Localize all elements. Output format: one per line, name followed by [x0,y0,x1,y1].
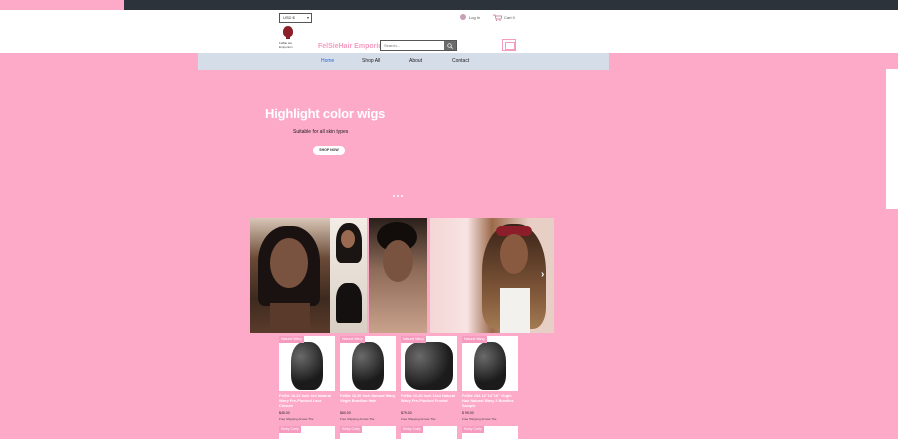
currency-value: USD $ [283,15,295,20]
product-name[interactable]: Fel$ie 18-22 inch 4x4 Natural Wavy Pre-P… [279,394,335,409]
product-image[interactable] [401,336,457,391]
product-shipping: Free Shipping Across The [279,417,314,421]
brand-name[interactable]: FelSieHair Emporium [318,43,389,50]
product-tag: Natural Wavy [340,336,365,343]
product-tag: Natural Wavy [401,336,426,343]
main-nav: Home Shop All About Contact [198,53,609,70]
login-link[interactable]: Log In [460,13,480,21]
social-badge-icon[interactable] [502,39,516,51]
product-image[interactable] [340,336,396,391]
search-bar [380,40,457,51]
product-image[interactable] [462,336,518,391]
login-label: Log In [469,14,481,20]
product-card[interactable]: Kinky Curly [462,426,518,439]
nav-item-shop-all[interactable]: Shop All [362,58,380,64]
slideshow-dots[interactable] [393,195,403,197]
currency-selector[interactable]: USD $ ▾ [279,13,312,23]
product-shipping: Free Shipping Across The [462,417,497,421]
gallery-image[interactable] [430,218,554,333]
product-tag: Natural Wavy [462,336,487,343]
cart-link[interactable]: Cart 0 [493,13,515,21]
product-card[interactable]: Kinky Curly [401,426,457,439]
cart-icon [493,14,502,21]
product-name[interactable]: Fel$ie 10-30 inch Natural Wavy Virgin Br… [340,394,396,404]
side-panel-edge [886,69,898,209]
search-icon [447,42,453,49]
chevron-right-icon[interactable]: › [541,269,544,280]
product-card[interactable]: Kinky Curly [279,426,335,439]
top-dark-bar [124,0,898,10]
shop-now-button[interactable]: SHOP NOW [313,146,345,155]
user-icon [460,14,466,20]
nav-item-contact[interactable]: Contact [452,58,469,64]
gallery-image[interactable] [250,218,330,333]
product-tag: Kinky Curly [340,426,362,433]
product-image[interactable] [279,336,335,391]
product-tag: Kinky Curly [462,426,484,433]
top-strip [0,0,124,10]
product-shipping: Free Shipping Across The [401,417,436,421]
product-price: $45.00 [279,411,290,415]
product-price: $79.00 [401,411,412,415]
search-button[interactable] [444,41,456,50]
image-gallery[interactable] [250,218,554,333]
product-name[interactable]: Fel$ie 10-20 inch 13x4 Natural Wavy Pre-… [401,394,457,404]
logo-text: Fel$ie Ha Emporium [279,41,293,49]
product-card[interactable]: Kinky Curly [340,426,396,439]
gallery-image[interactable] [330,218,367,333]
nav-item-home[interactable]: Home [321,58,334,64]
product-grid-row-2: Kinky Curly Kinky Curly Kinky Curly Kink… [279,426,519,439]
product-tag: Kinky Curly [279,426,301,433]
product-tag: Natural Wavy [279,336,304,343]
chevron-down-icon: ▾ [306,15,309,20]
product-tag: Kinky Curly [401,426,423,433]
product-price: $ 99.00 [462,411,474,415]
product-price: $60.00 [340,411,351,415]
gallery-image[interactable] [369,218,427,333]
hero-subtitle: Suitable for all skin types [293,129,349,135]
product-shipping: Free Shipping Across The [340,417,375,421]
hero-title: Highlight color wigs [265,106,386,121]
search-input[interactable] [381,41,445,50]
product-name[interactable]: Fel$ie 10A 12"14"16" Virgin Hair Natural… [462,394,518,409]
cart-label: Cart 0 [504,14,515,20]
nav-item-about[interactable]: About [409,58,422,64]
